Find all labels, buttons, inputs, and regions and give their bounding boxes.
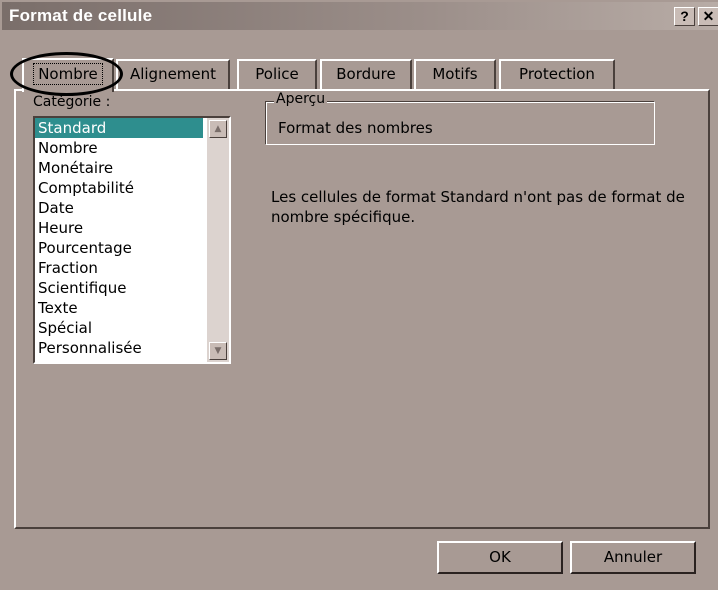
arrow-down-icon: ▼ [214,346,222,356]
category-item[interactable]: Date [35,198,203,218]
title-bar[interactable]: Format de cellule ? ✕ [2,2,718,30]
tab-alignement[interactable]: Alignement [116,59,230,89]
category-item[interactable]: Pourcentage [35,238,203,258]
preview-legend: Aperçu [274,91,328,107]
tab-police[interactable]: Police [237,59,317,89]
category-item[interactable]: Comptabilité [35,178,203,198]
category-item[interactable]: Standard [35,118,203,138]
listbox-scrollbar[interactable]: ▲ ▼ [207,118,229,362]
category-items: Standard Nombre Monétaire Comptabilité Date H… [35,118,203,358]
ok-button[interactable]: OK [437,541,563,574]
tab-protection[interactable]: Protection [499,59,615,89]
category-item[interactable]: Spécial [35,318,203,338]
close-button[interactable]: ✕ [698,7,718,26]
category-item[interactable]: Heure [35,218,203,238]
preview-group: Aperçu Format des nombres [265,91,655,145]
format-cells-dialog: Format de cellule ? ✕ Nombre Alignement … [0,0,718,590]
dialog-title: Format de cellule [9,6,153,25]
category-item[interactable]: Fraction [35,258,203,278]
tab-label: Nombre [33,63,103,85]
help-button[interactable]: ? [674,7,695,26]
tab-nombre[interactable]: Nombre [22,58,114,92]
close-icon: ✕ [702,8,715,24]
category-item[interactable]: Personnalisée [35,338,203,358]
scroll-down-button[interactable]: ▼ [209,342,227,360]
arrow-up-icon: ▲ [214,124,222,134]
category-item[interactable]: Nombre [35,138,203,158]
cancel-button[interactable]: Annuler [570,541,696,574]
category-item[interactable]: Monétaire [35,158,203,178]
tab-motifs[interactable]: Motifs [414,59,496,89]
category-label: Catégorie : [33,94,111,110]
category-listbox[interactable]: Standard Nombre Monétaire Comptabilité Date H… [33,116,231,364]
format-description: Les cellules de format Standard n'ont pa… [271,188,685,226]
scroll-up-button[interactable]: ▲ [209,120,227,138]
preview-value: Format des nombres [278,119,433,137]
help-icon: ? [680,8,689,24]
tab-bordure[interactable]: Bordure [320,59,412,89]
category-item[interactable]: Texte [35,298,203,318]
category-item[interactable]: Scientifique [35,278,203,298]
